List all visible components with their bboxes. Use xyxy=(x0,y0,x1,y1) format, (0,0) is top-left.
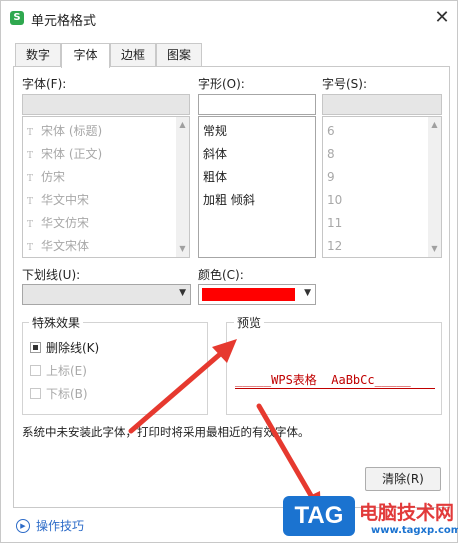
watermark-logo: TAG xyxy=(283,496,355,536)
format-cells-dialog: S 单元格格式 ✕ 数字 字体 边框 图案 字体(F): T 宋体 (标题) T宋… xyxy=(0,0,458,543)
site-watermark: TAG 电脑技术网 www.tagxp.com xyxy=(283,491,458,544)
tab-font[interactable]: 字体 xyxy=(61,43,110,68)
arrow-to-watermark xyxy=(256,403,316,502)
watermark-site-name: 电脑技术网 xyxy=(359,502,455,524)
arrow-to-preview xyxy=(128,346,229,434)
annotation-arrows xyxy=(128,339,321,513)
watermark-url: www.tagxp.com xyxy=(371,525,458,536)
